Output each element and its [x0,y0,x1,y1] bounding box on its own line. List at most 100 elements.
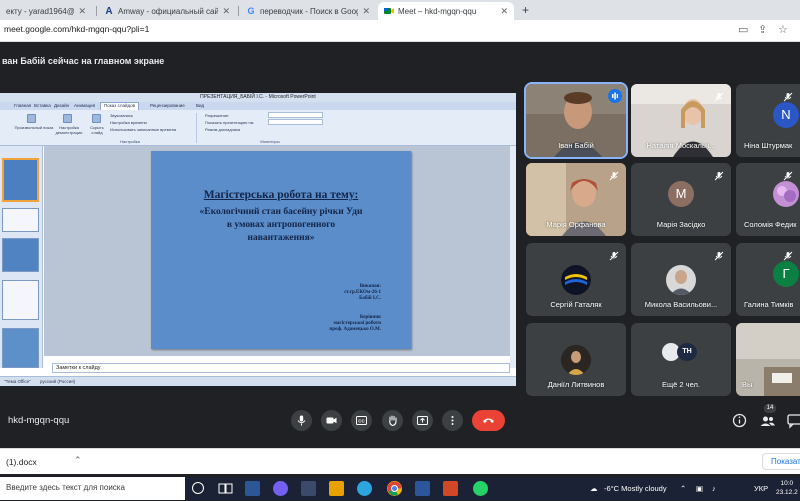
slide-notes: Заметки к слайду [52,363,510,373]
participant-avatar [666,265,696,295]
camera-button[interactable] [321,410,342,431]
subtitle-line: «Екологічний стан басейну річки Уди [199,207,363,217]
telegram-icon[interactable] [357,481,372,496]
chat-button[interactable] [785,411,800,430]
captions-button[interactable]: CC [351,410,372,431]
subtitle-line: навантаження» [247,233,315,243]
powerpoint-menu-bar: Главная Вставка Дизайн Анимация Показ сл… [0,102,516,110]
slide-author-block: Виконав: ст.гр.ЕКОм-26-1 Бабій І.С. [344,284,381,302]
browser-tab-meet[interactable]: Meet – hkd-mgqn-qqu ✕ [378,2,514,20]
new-tab-button[interactable]: + [522,3,529,17]
participant-tile-maria-o[interactable]: Марія Орфанова [526,163,626,236]
google-icon: G [247,6,255,16]
downloaded-file[interactable]: (1).docx [6,457,37,467]
participant-tile-solomia[interactable]: Соломія Федик [736,163,800,236]
participant-tile-daniil[interactable]: Даніїл Литвинов [526,323,626,396]
close-tab-icon[interactable]: ✕ [500,6,508,17]
taskbar-search-placeholder: Введите здесь текст для поиска [6,483,125,492]
hide-slide-icon [92,114,101,123]
participant-tile-self[interactable]: Вы [736,323,800,396]
mic-muted-icon [782,169,794,181]
ribbon-item: Звукозапись [110,113,133,118]
ribbon-item: Использовать записанные времена [110,127,177,132]
slide-editing-area: Магістерська робота на тему: «Екологічни… [44,146,516,356]
bookmark-star-icon[interactable]: ☆ [778,24,788,36]
raise-hand-button[interactable] [382,410,403,431]
ribbon-item: Режим докладчика [205,127,241,132]
share-icon[interactable]: ⇪ [758,24,767,36]
participant-avatar: M [668,181,694,207]
weather-icon: ☁ [590,484,598,493]
browser-tab-amway[interactable]: A Amway - официальный сайт и с ✕ [98,2,236,20]
network-icon[interactable]: ▣ [696,484,703,493]
menu-item: Анимация [74,103,96,108]
setup-show-icon [63,114,72,123]
powerpoint-icon[interactable] [443,481,458,496]
close-tab-icon[interactable]: ✕ [222,6,230,17]
participant-name: Галина Тимків [744,300,794,309]
language-indicator[interactable]: УКР [754,484,768,493]
url-field[interactable]: meet.google.com/hkd-mgqn-qqu?pli=1 [4,24,149,34]
meeting-details-button[interactable] [730,411,749,430]
participant-tile-maria-z[interactable]: M Марія Засідко [631,163,731,236]
people-icon [760,416,775,426]
monitor-dropdown [268,119,323,125]
ribbon-item: Настройка времени [110,120,147,125]
app-icon[interactable] [329,481,344,496]
cortana-icon[interactable] [192,482,204,494]
slide: Магістерська робота на тему: «Екологічни… [151,151,411,349]
participant-tile-mykola[interactable]: Микола Васильови... [631,243,731,316]
chevron-up-icon[interactable]: ⌃ [74,455,82,466]
task-view-icon[interactable] [218,481,233,496]
leave-call-button[interactable] [472,410,505,431]
participant-name: Сергій Гаталяк [550,300,602,309]
meet-control-bar: hkd-mgqn-qqu CC [0,400,800,440]
chrome-icon[interactable] [387,481,402,496]
clock-date: 23.12.2 [776,489,798,496]
volume-icon[interactable]: ♪ [712,484,716,493]
more-options-button[interactable] [442,410,463,431]
viber-icon[interactable] [273,481,288,496]
menu-item: Вид [196,103,205,108]
word-icon[interactable] [415,481,430,496]
participant-name: Марія Засідко [656,220,706,229]
system-clock[interactable]: 10:0 23.12.2 [776,479,798,497]
status-theme: "Тема Office" [4,379,31,384]
mic-muted-icon [713,249,725,261]
camera-permission-icon[interactable]: ▭ [738,24,748,36]
app-icon[interactable] [301,481,316,496]
show-all-downloads-button[interactable]: Показать [762,453,800,470]
participant-tile-halyna[interactable]: Г Галина Тимків [736,243,800,316]
tab-separator [238,6,239,16]
slide-thumbnail [2,158,39,202]
weather-status[interactable]: -6°C Mostly cloudy [604,484,667,493]
taskbar-search-box[interactable]: Введите здесь текст для поиска [0,477,185,500]
slide-subtitle: «Екологічний стан басейну річки Уди в ум… [161,206,401,245]
whatsapp-icon[interactable] [473,481,488,496]
participant-tile-more[interactable]: TH Ещё 2 чел. [631,323,731,396]
chat-icon [787,414,800,429]
browser-tab-google[interactable]: G переводчик - Поиск в Google ✕ [240,2,376,20]
participant-avatar: Г [773,261,799,287]
ribbon-item: Разрешение: [205,113,230,118]
browser-tab-gmail[interactable]: екту - yarad1964@gmail.c ✕ [0,2,92,20]
svg-text:CC: CC [358,418,365,423]
participant-tile-natalia[interactable]: Наталія Москальч... [631,84,731,157]
file-explorer-icon[interactable] [245,481,260,496]
clock-time: 10:0 [780,480,794,487]
info-icon [732,413,747,428]
hang-up-icon [483,418,494,423]
close-tab-icon[interactable]: ✕ [362,6,370,17]
present-button[interactable] [412,410,433,431]
close-tab-icon[interactable]: ✕ [78,6,86,17]
ribbon-item: Настройка демонстрации [55,125,83,135]
tray-chevron-icon[interactable]: ⌃ [680,484,686,493]
participant-tile-nina[interactable]: N Ніна Штурмак [736,84,800,157]
microphone-button[interactable] [291,410,312,431]
people-button[interactable] [758,411,777,430]
slide-thumbnail [2,208,39,232]
participant-tile-ivan[interactable]: Іван Бабій [524,82,628,159]
captions-icon: CC [356,416,367,425]
status-language: русский (Россия) [40,379,76,384]
participant-tile-serhii[interactable]: Сергій Гаталяк [526,243,626,316]
